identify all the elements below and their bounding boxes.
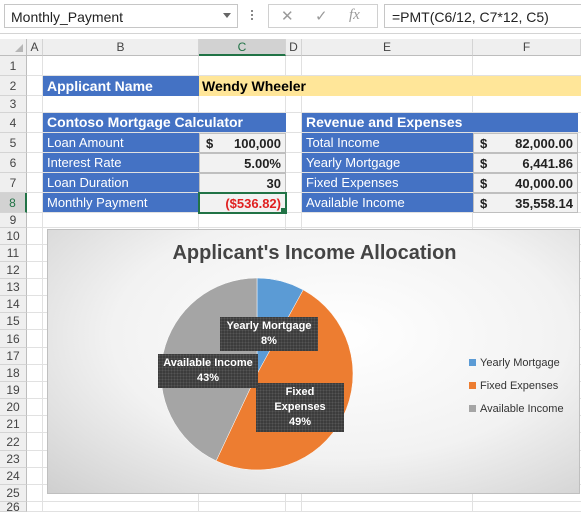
- formula-input[interactable]: =PMT(C6/12, C7*12, C5): [384, 4, 581, 28]
- legend-item[interactable]: Yearly Mortgage: [469, 351, 564, 374]
- data-label-fixed-expenses[interactable]: Fixed Expenses 49%: [256, 383, 344, 432]
- revenue-row-value[interactable]: $82,000.00: [473, 133, 578, 153]
- revenue-row-label[interactable]: Fixed Expenses: [302, 173, 473, 192]
- currency-symbol: $: [480, 176, 488, 191]
- currency-symbol: $: [480, 196, 488, 211]
- calculator-row-value[interactable]: 30: [199, 173, 286, 193]
- revenue-row-value-text: 35,558.14: [515, 196, 573, 211]
- enter-icon[interactable]: ✓: [315, 7, 328, 25]
- calculator-row-label[interactable]: Loan Duration: [43, 173, 199, 192]
- column-header-e[interactable]: E: [302, 39, 473, 56]
- insert-function-icon[interactable]: fx: [349, 7, 360, 24]
- row-header-23[interactable]: 23: [0, 451, 27, 468]
- chart-legend[interactable]: Yearly Mortgage Fixed Expenses Available I…: [469, 351, 564, 420]
- row-header-19[interactable]: 19: [0, 382, 27, 399]
- calculator-row-label[interactable]: Interest Rate: [43, 153, 199, 172]
- resize-handle-icon[interactable]: [250, 8, 254, 24]
- legend-label: Yearly Mortgage: [480, 356, 560, 369]
- revenue-row-value-text: 82,000.00: [515, 136, 573, 151]
- data-label-percent: 49%: [288, 416, 312, 428]
- row-header-15[interactable]: 15: [0, 313, 27, 330]
- legend-swatch: [469, 405, 476, 412]
- income-allocation-chart[interactable]: Applicant's Income Allocation Yearly Mor…: [47, 229, 580, 494]
- row-header-13[interactable]: 13: [0, 279, 27, 296]
- worksheet-grid[interactable]: ABCDEF 1 2 3 4 5 6 7 8 9 10 11 12 13 14 15 16 17 18 19 20 21…: [0, 39, 581, 513]
- column-header-c[interactable]: C: [199, 39, 286, 56]
- data-label-name: Available Income: [163, 357, 253, 369]
- data-label-percent: 8%: [261, 335, 277, 347]
- applicant-name-value[interactable]: Wendy Wheeler: [199, 76, 581, 96]
- calculator-title[interactable]: Contoso Mortgage Calculator: [43, 113, 286, 132]
- row-header-22[interactable]: 22: [0, 433, 27, 451]
- row-header-10[interactable]: 10: [0, 228, 27, 245]
- column-header-d[interactable]: D: [286, 39, 302, 56]
- revenue-row-label[interactable]: Yearly Mortgage: [302, 153, 473, 172]
- calculator-row-value-text: 30: [266, 176, 281, 191]
- currency-symbol: $: [206, 136, 214, 151]
- column-header-a[interactable]: A: [27, 39, 43, 56]
- row-header-6[interactable]: 6: [0, 153, 27, 173]
- calculator-row-value-text: 100,000: [234, 136, 281, 151]
- revenue-row-label[interactable]: Available Income: [302, 193, 473, 212]
- gridline: [27, 227, 581, 228]
- currency-symbol: $: [480, 136, 488, 151]
- legend-swatch: [469, 359, 476, 366]
- revenue-row-label[interactable]: Total Income: [302, 133, 473, 152]
- legend-item[interactable]: Available Income: [469, 397, 564, 420]
- data-label-name: Yearly Mortgage: [226, 320, 312, 332]
- formula-bar-area: Monthly_Payment ✕ ✓ fx =PMT(C6/12, C7*12…: [0, 0, 581, 34]
- calculator-row-label[interactable]: Monthly Payment: [43, 193, 199, 212]
- data-label-percent: 43%: [196, 372, 220, 384]
- row-header-24[interactable]: 24: [0, 468, 27, 485]
- row-header-5[interactable]: 5: [0, 133, 27, 153]
- revenue-title[interactable]: Revenue and Expenses: [302, 113, 578, 132]
- row-header-21[interactable]: 21: [0, 416, 27, 433]
- cancel-icon[interactable]: ✕: [281, 7, 294, 25]
- row-header-26[interactable]: 26: [0, 501, 27, 513]
- data-label-available-income[interactable]: Available Income 43%: [158, 354, 258, 388]
- row-header-4[interactable]: 4: [0, 113, 27, 133]
- legend-label: Available Income: [480, 402, 564, 415]
- row-header-17[interactable]: 17: [0, 348, 27, 365]
- row-header-7[interactable]: 7: [0, 173, 27, 193]
- calculator-row-label[interactable]: Loan Amount: [43, 133, 199, 152]
- legend-item[interactable]: Fixed Expenses: [469, 374, 564, 397]
- gridline: [27, 501, 581, 502]
- column-header-b[interactable]: B: [43, 39, 199, 56]
- calculator-row-value[interactable]: $100,000: [199, 133, 286, 153]
- applicant-name-label[interactable]: Applicant Name: [43, 76, 199, 96]
- row-header-12[interactable]: 12: [0, 262, 27, 279]
- row-header-3[interactable]: 3: [0, 96, 27, 113]
- data-label-name: Fixed Expenses: [274, 386, 326, 413]
- select-all-button[interactable]: [0, 39, 27, 56]
- name-box[interactable]: Monthly_Payment: [4, 4, 238, 28]
- row-header-11[interactable]: 11: [0, 245, 27, 262]
- row-header-18[interactable]: 18: [0, 365, 27, 382]
- formula-buttons: ✕ ✓ fx: [268, 4, 378, 28]
- currency-symbol: $: [480, 156, 488, 171]
- row-header-1[interactable]: 1: [0, 56, 27, 76]
- row-header-20[interactable]: 20: [0, 399, 27, 416]
- legend-swatch: [469, 382, 476, 389]
- revenue-row-value[interactable]: $40,000.00: [473, 173, 578, 193]
- calculator-row-value[interactable]: ($536.82): [198, 192, 287, 214]
- name-box-dropdown-icon[interactable]: [223, 13, 231, 18]
- formula-text[interactable]: =PMT(C6/12, C7*12, C5): [392, 9, 549, 25]
- legend-label: Fixed Expenses: [480, 379, 559, 392]
- revenue-row-value[interactable]: $35,558.14: [473, 193, 578, 213]
- revenue-row-value-text: 6,441.86: [522, 156, 573, 171]
- calculator-row-value-text: 5.00%: [244, 156, 281, 171]
- calculator-row-value[interactable]: 5.00%: [199, 153, 286, 173]
- row-header-8[interactable]: 8: [0, 193, 27, 213]
- row-header-2[interactable]: 2: [0, 76, 27, 96]
- column-header-f[interactable]: F: [473, 39, 581, 56]
- row-header-16[interactable]: 16: [0, 330, 27, 348]
- revenue-row-value[interactable]: $6,441.86: [473, 153, 578, 173]
- row-header-9[interactable]: 9: [0, 213, 27, 228]
- row-header-14[interactable]: 14: [0, 296, 27, 313]
- revenue-row-value-text: 40,000.00: [515, 176, 573, 191]
- calculator-row-value-text: ($536.82): [225, 196, 281, 211]
- data-label-yearly-mortgage[interactable]: Yearly Mortgage 8%: [220, 317, 318, 351]
- name-box-value[interactable]: Monthly_Payment: [11, 9, 123, 25]
